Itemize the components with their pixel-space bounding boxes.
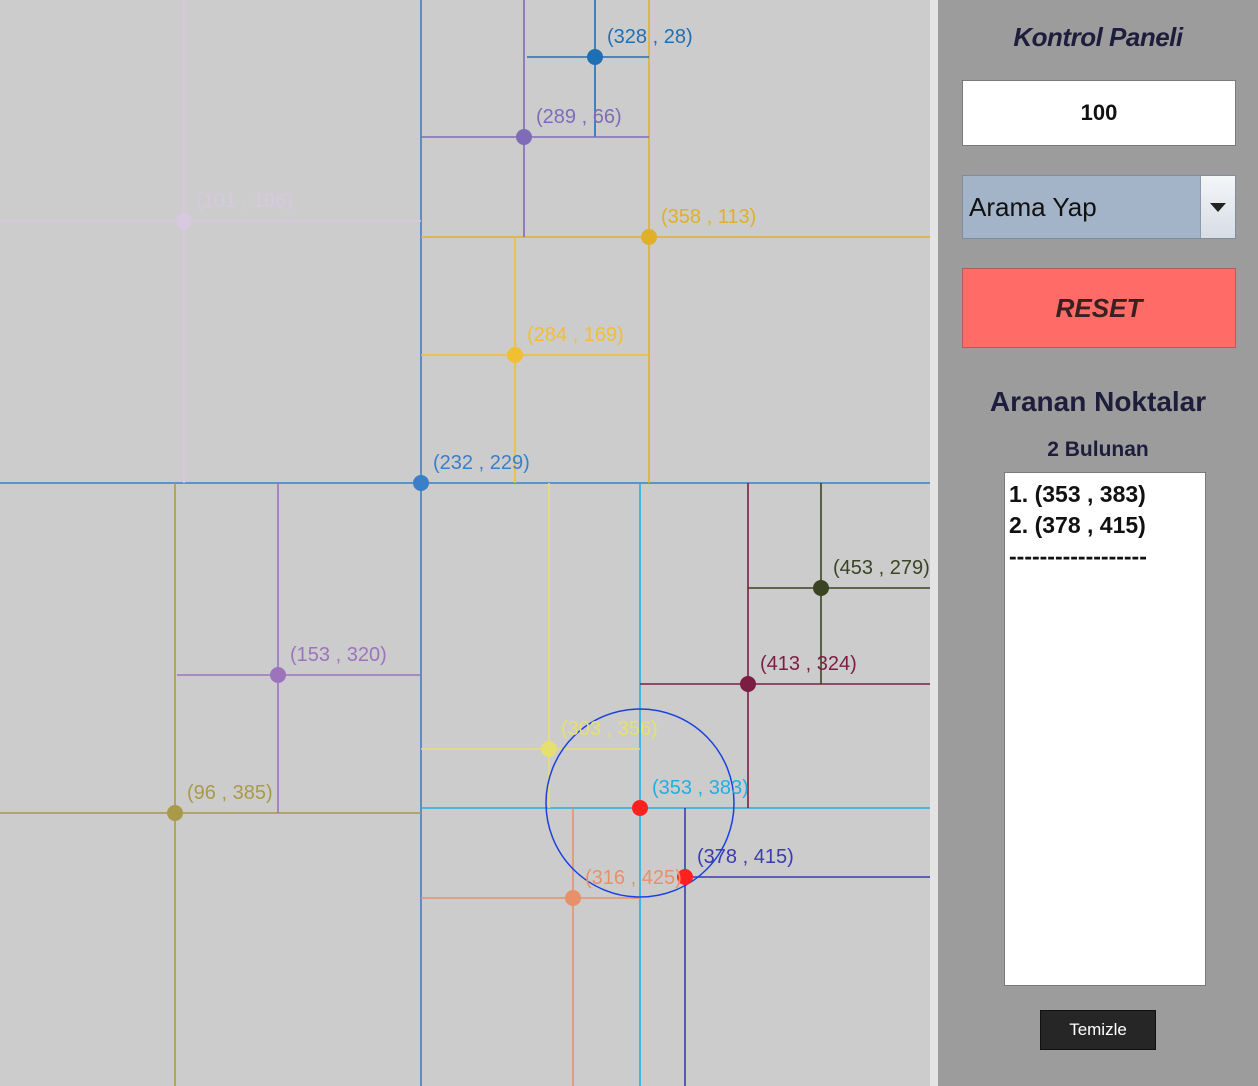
list-item: 1. (353 , 383) — [1009, 481, 1146, 507]
point-label: (453 , 279) — [833, 557, 930, 579]
tree-point[interactable] — [740, 676, 756, 692]
point-label: (289 , 66) — [536, 106, 622, 128]
chevron-down-icon[interactable] — [1200, 176, 1235, 238]
point-label: (316 , 425) — [585, 867, 682, 889]
kd-tree-drawing: (328 , 28) (289 , 66) (101 , 106) (358 , 11… — [0, 0, 930, 1086]
point-label: (96 , 385) — [187, 782, 273, 804]
tree-point[interactable] — [813, 580, 829, 596]
point-label: (101 , 106) — [196, 190, 293, 212]
panel-title: Kontrol Paneli — [1013, 22, 1183, 52]
point-label: (328 , 28) — [607, 26, 693, 48]
control-panel: Kontrol Paneli Arama Yap RESET Aranan No… — [938, 0, 1258, 1086]
tree-point[interactable] — [507, 347, 523, 363]
point-label: (232 , 229) — [433, 452, 530, 474]
tree-point[interactable] — [413, 475, 429, 491]
point-label: (358 , 113) — [661, 206, 756, 228]
point-label: (413 , 324) — [760, 653, 857, 675]
mode-dropdown[interactable]: Arama Yap — [962, 175, 1236, 239]
tree-point[interactable] — [270, 667, 286, 683]
reset-button[interactable]: RESET — [962, 268, 1236, 348]
tree-point[interactable] — [632, 800, 648, 816]
point-label: (303 , 356) — [561, 718, 658, 740]
panel-divider[interactable] — [930, 0, 938, 1086]
results-list[interactable]: 1. (353 , 383) 2. (378 , 415) ----------… — [1004, 472, 1206, 986]
tree-point[interactable] — [167, 805, 183, 821]
found-count: 2 Bulunan — [1047, 438, 1149, 461]
tree-point[interactable] — [641, 229, 657, 245]
results-heading: Aranan Noktalar — [989, 386, 1207, 417]
kd-tree-canvas[interactable]: (328 , 28) (289 , 66) (101 , 106) (358 , 11… — [0, 0, 930, 1086]
point-label: (353 , 383) — [652, 777, 749, 799]
tree-point[interactable] — [516, 129, 532, 145]
mode-dropdown-value: Arama Yap — [969, 191, 1097, 222]
point-label: (284 , 169) — [527, 324, 624, 346]
point-label: (153 , 320) — [290, 644, 387, 666]
tree-point[interactable] — [587, 49, 603, 65]
tree-point[interactable] — [565, 890, 581, 906]
clear-button[interactable]: Temizle — [1040, 1010, 1156, 1050]
radius-input[interactable] — [962, 80, 1236, 146]
point-label: (378 , 415) — [697, 846, 794, 868]
list-item: 2. (378 , 415) — [1009, 512, 1146, 538]
tree-point[interactable] — [176, 213, 192, 229]
list-item: ------------------ — [1009, 543, 1147, 569]
tree-point[interactable] — [541, 741, 557, 757]
